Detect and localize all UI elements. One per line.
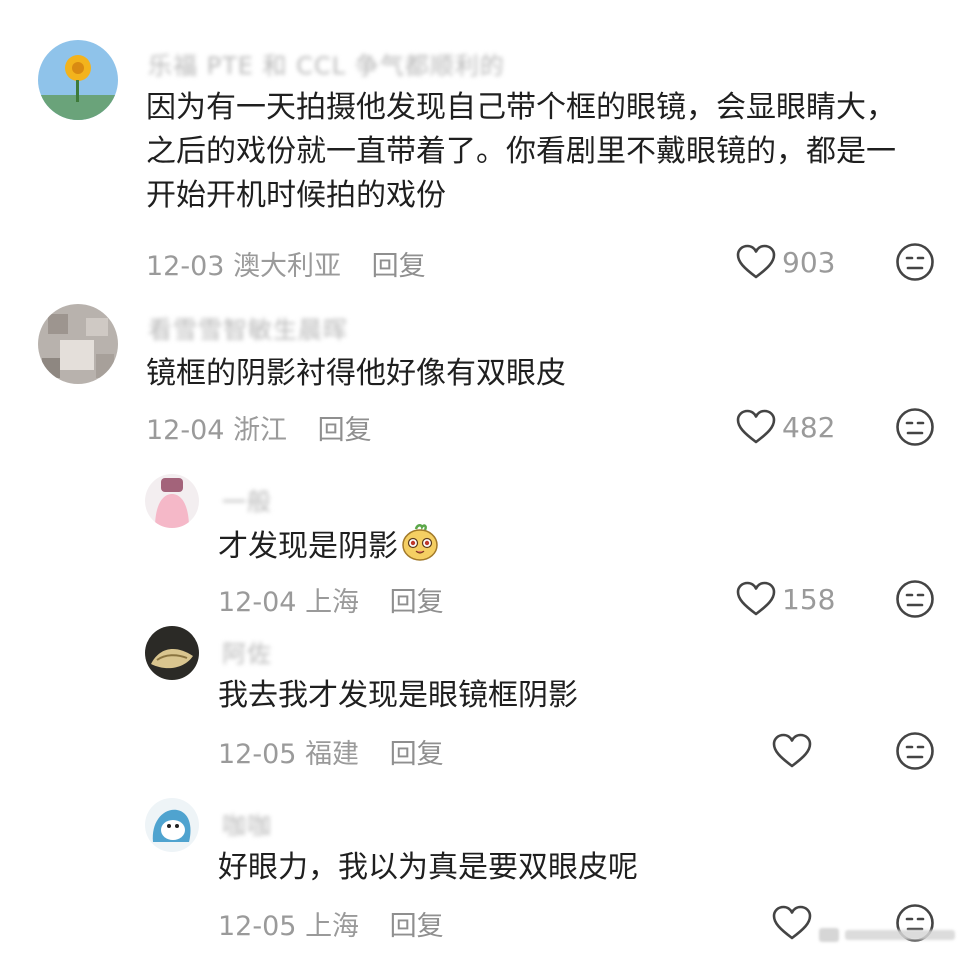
dislike-button[interactable] <box>895 407 935 447</box>
heart-outline-icon <box>736 409 776 444</box>
comment-meta: 12-05 福建 回复 <box>218 732 444 771</box>
heart-outline-icon <box>772 905 812 940</box>
avatar[interactable] <box>38 40 118 120</box>
neutral-face-icon <box>896 408 934 446</box>
avatar[interactable] <box>145 626 199 680</box>
comment-date: 12-05 <box>218 911 297 942</box>
like-button[interactable]: 158 <box>736 579 835 619</box>
dislike-button[interactable] <box>895 579 935 619</box>
comment-text: 好眼力，我以为真是要双眼皮呢 <box>218 846 638 890</box>
comment-location: 澳大利亚 <box>233 251 342 282</box>
comment-text-line: 因为有一天拍摄他发现自己带个框的眼镜，会显眼睛大， <box>146 90 896 125</box>
heart-outline-icon <box>736 581 776 616</box>
comment-text-line: 才发现是阴影 <box>218 529 398 564</box>
reply-button[interactable]: 回复 <box>318 415 372 446</box>
comment-location: 上海 <box>305 911 360 942</box>
avatar[interactable] <box>145 474 199 528</box>
watermark <box>819 924 959 946</box>
comment-meta: 12-03 澳大利亚 回复 <box>146 244 426 283</box>
heart-outline-icon <box>772 733 812 768</box>
like-button[interactable] <box>772 903 818 943</box>
like-button[interactable] <box>772 731 818 771</box>
avatar[interactable] <box>38 304 118 384</box>
comment-meta: 12-04 上海 回复 <box>218 580 444 619</box>
neutral-face-icon <box>896 580 934 618</box>
comment-text-line: 镜框的阴影衬得他好像有双眼皮 <box>146 356 566 391</box>
reply-button[interactable]: 回复 <box>390 587 444 618</box>
neutral-face-icon <box>896 243 934 281</box>
comment-location: 福建 <box>305 739 360 770</box>
comment-location: 浙江 <box>233 415 288 446</box>
comment-date: 12-03 <box>146 251 225 282</box>
comment-meta: 12-04 浙江 回复 <box>146 408 372 447</box>
username[interactable]: 阿佐 <box>222 634 272 669</box>
comment-text-line: 开始开机时候拍的戏份 <box>146 178 446 213</box>
reply-button[interactable]: 回复 <box>390 911 444 942</box>
comment-date: 12-05 <box>218 739 297 770</box>
like-count: 158 <box>782 582 836 616</box>
comment-date: 12-04 <box>218 587 297 618</box>
like-count: 482 <box>782 410 836 444</box>
heart-outline-icon <box>736 244 776 279</box>
avatar[interactable] <box>145 798 199 852</box>
comment-date: 12-04 <box>146 415 225 446</box>
username[interactable]: 看雪雪智敏生晨晖 <box>148 310 348 345</box>
reply-button[interactable]: 回复 <box>390 739 444 770</box>
comment-meta: 12-05 上海 回复 <box>218 904 444 943</box>
like-count: 903 <box>782 245 836 279</box>
cute-face-sticker <box>400 522 440 575</box>
dislike-button[interactable] <box>895 242 935 282</box>
comment-text: 我去我才发现是眼镜框阴影 <box>218 674 578 718</box>
username[interactable]: 乐福 PTE 和 CCL 争气都顺利的 <box>148 46 505 81</box>
dislike-button[interactable] <box>895 731 935 771</box>
comment-text: 镜框的阴影衬得他好像有双眼皮 <box>146 352 566 396</box>
like-button[interactable]: 903 <box>736 242 835 282</box>
username[interactable]: 咖咖 <box>222 806 272 841</box>
comment-location: 上海 <box>305 587 360 618</box>
comment-text-line: 之后的戏份就一直带着了。你看剧里不戴眼镜的，都是一 <box>146 134 896 169</box>
like-button[interactable]: 482 <box>736 407 835 447</box>
comment-text-line: 我去我才发现是眼镜框阴影 <box>218 678 578 713</box>
comment-text: 才发现是阴影 <box>218 522 440 575</box>
comment-text-line: 好眼力，我以为真是要双眼皮呢 <box>218 850 638 885</box>
neutral-face-icon <box>896 732 934 770</box>
reply-button[interactable]: 回复 <box>372 251 426 282</box>
username[interactable]: 一般 <box>222 482 272 517</box>
comment-text: 因为有一天拍摄他发现自己带个框的眼镜，会显眼睛大， 之后的戏份就一直带着了。你看… <box>146 86 896 218</box>
